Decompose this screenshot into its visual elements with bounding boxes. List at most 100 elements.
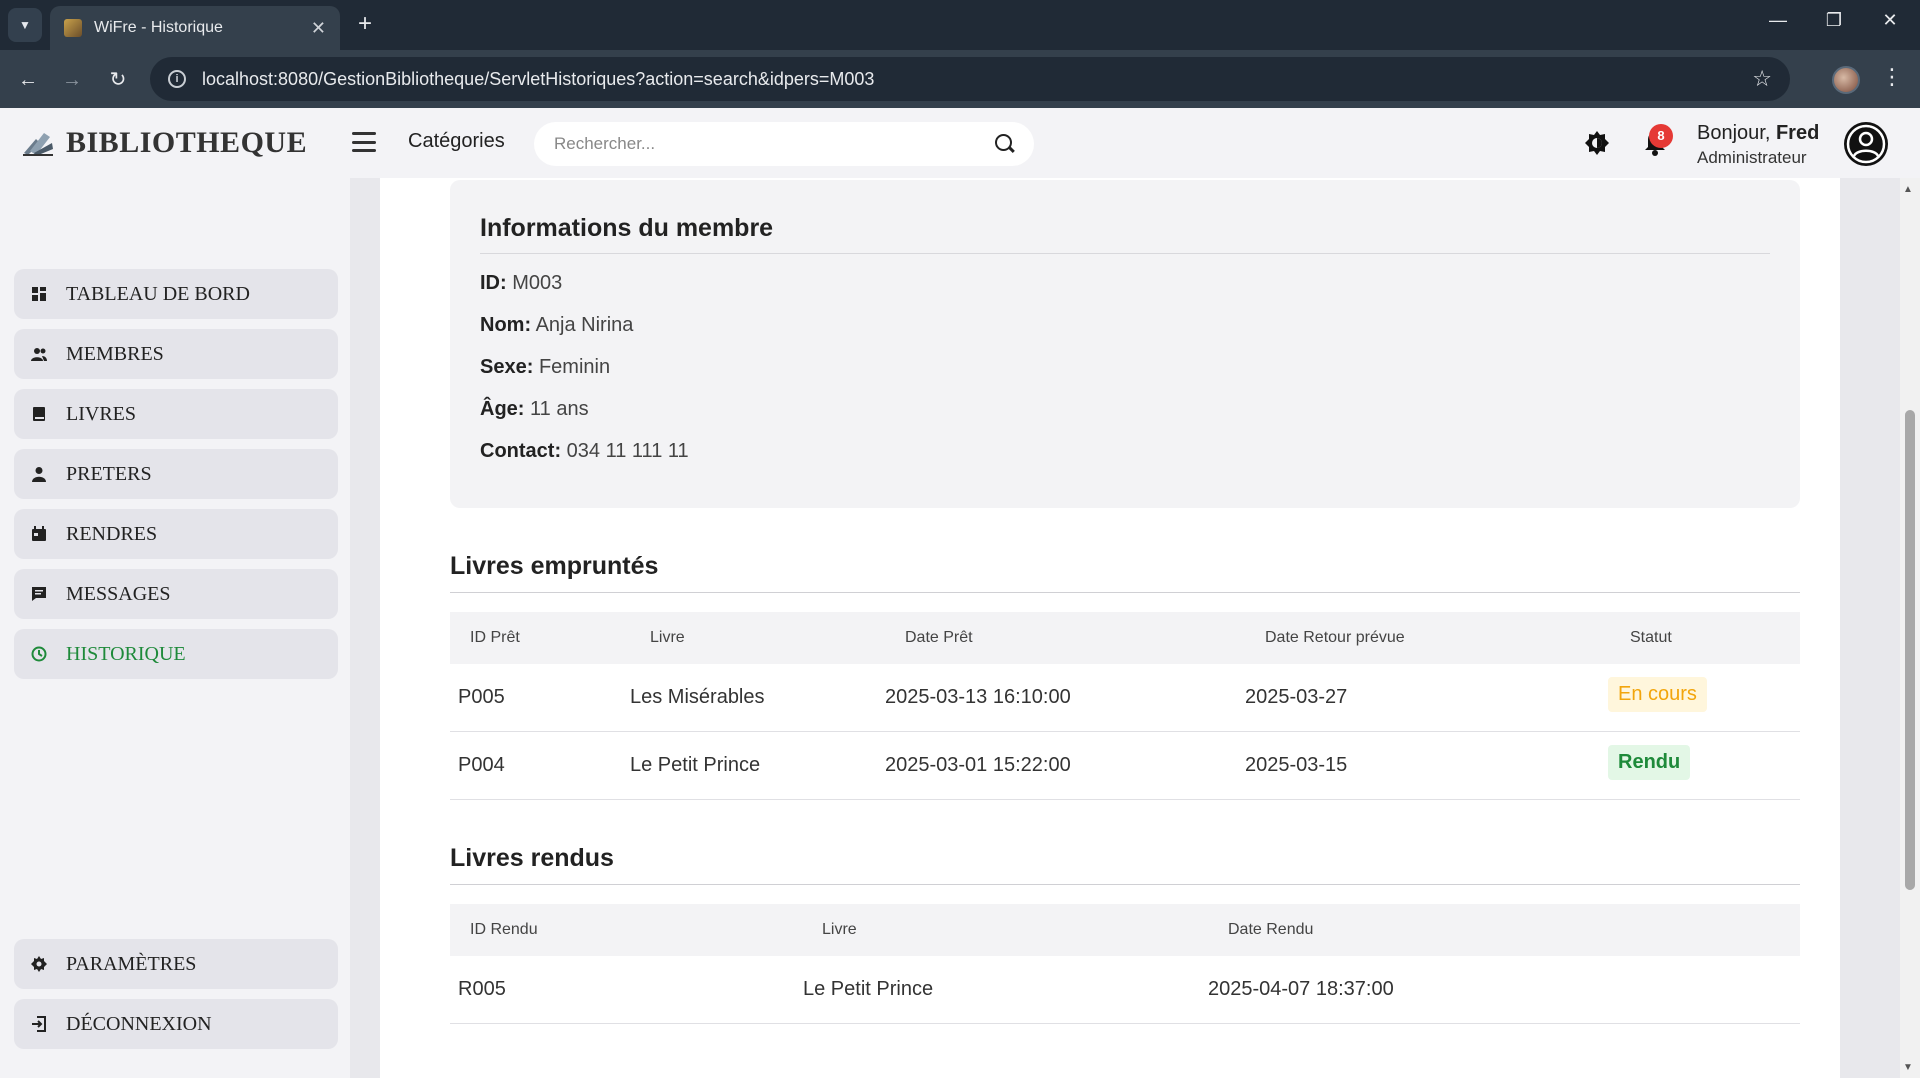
bookmark-star-icon[interactable]: ☆ bbox=[1752, 66, 1772, 92]
search-icon[interactable] bbox=[994, 133, 1016, 155]
address-bar[interactable]: i localhost:8080/GestionBibliotheque/Ser… bbox=[150, 57, 1790, 101]
table-row: R005 Le Petit Prince 2025-04-07 18:37:00 bbox=[450, 956, 1800, 1024]
borrowed-section-title: Livres empruntés bbox=[450, 552, 659, 580]
scroll-up-icon[interactable]: ▲ bbox=[1903, 184, 1913, 195]
browser-toolbar: ← → ↻ i localhost:8080/GestionBibliotheq… bbox=[0, 50, 1920, 108]
loan-id-cell: P005 bbox=[458, 686, 505, 708]
books-logo-icon bbox=[23, 133, 53, 156]
theme-toggle-icon[interactable] bbox=[1584, 130, 1610, 156]
gear-icon bbox=[30, 955, 48, 973]
close-tab-icon[interactable]: ✕ bbox=[311, 18, 326, 39]
member-contact-row: Contact: 034 11 111 11 bbox=[480, 440, 689, 463]
sidebar-item-messages[interactable]: MESSAGES bbox=[14, 569, 338, 619]
new-tab-button[interactable]: + bbox=[350, 12, 380, 38]
book-icon bbox=[30, 405, 48, 423]
sidebar-item-label: PRETERS bbox=[66, 462, 152, 485]
table-row: P004 Le Petit Prince 2025-03-01 15:22:00… bbox=[450, 732, 1800, 800]
returned-section-title: Livres rendus bbox=[450, 844, 614, 872]
tab-title: WiFre - Historique bbox=[94, 19, 223, 36]
scrollbar-thumb[interactable] bbox=[1905, 410, 1915, 890]
member-name-row: Nom: Anja Nirina bbox=[480, 314, 633, 337]
restore-icon[interactable]: ❐ bbox=[1814, 10, 1854, 31]
field-value: M003 bbox=[512, 272, 563, 294]
sidebar-item-label: MEMBRES bbox=[66, 342, 164, 365]
returned-table-header: ID Rendu Livre Date Rendu bbox=[450, 904, 1800, 956]
field-value: Feminin bbox=[538, 356, 611, 378]
app-title: BIBLIOTHEQUE bbox=[66, 126, 308, 159]
scroll-down-icon[interactable]: ▼ bbox=[1903, 1062, 1913, 1073]
status-badge: En cours bbox=[1608, 677, 1707, 712]
sidebar-item-rendres[interactable]: RENDRES bbox=[14, 509, 338, 559]
calendar-icon bbox=[30, 525, 48, 543]
greeting-prefix: Bonjour, bbox=[1697, 122, 1771, 144]
browser-tab[interactable]: WiFre - Historique ✕ bbox=[50, 6, 340, 50]
sidebar-item-label: MESSAGES bbox=[66, 582, 171, 605]
search-bar[interactable] bbox=[534, 122, 1034, 166]
member-id-row: ID: M003 bbox=[480, 272, 562, 295]
user-icon bbox=[30, 465, 48, 483]
app-logo[interactable]: BIBLIOTHEQUE bbox=[22, 126, 307, 160]
sidebar-item-dashboard[interactable]: TABLEAU DE BORD bbox=[14, 269, 338, 319]
reload-icon[interactable]: ↻ bbox=[104, 66, 132, 94]
menu-toggle-icon[interactable] bbox=[352, 132, 376, 152]
back-icon[interactable]: ← bbox=[14, 66, 42, 94]
sidebar-item-books[interactable]: LIVRES bbox=[14, 389, 338, 439]
column-header: ID Prêt bbox=[470, 629, 520, 646]
borrowed-table-header: ID Prêt Livre Date Prêt Date Retour prév… bbox=[450, 612, 1800, 664]
loan-date-cell: 2025-03-01 15:22:00 bbox=[885, 754, 1071, 776]
sidebar-item-preters[interactable]: PRETERS bbox=[14, 449, 338, 499]
forward-icon[interactable]: → bbox=[58, 66, 86, 94]
field-label: Nom: bbox=[480, 314, 532, 336]
user-name: Fred bbox=[1775, 122, 1820, 144]
sidebar-item-label: RENDRES bbox=[66, 522, 158, 545]
sidebar-item-logout[interactable]: DÉCONNEXION bbox=[14, 999, 338, 1049]
sidebar-item-history[interactable]: HISTORIQUE bbox=[14, 629, 338, 679]
book-cell: Les Misérables bbox=[630, 686, 765, 708]
notification-count-badge: 8 bbox=[1649, 124, 1673, 148]
sidebar-item-label: LIVRES bbox=[66, 402, 136, 425]
member-sex-row: Sexe: Feminin bbox=[480, 356, 610, 379]
browser-menu-icon[interactable]: ⋮ bbox=[1880, 64, 1904, 90]
field-label: Contact: bbox=[480, 440, 562, 462]
sidebar-item-label: DÉCONNEXION bbox=[66, 1012, 212, 1035]
tab-search-button[interactable]: ▼ bbox=[8, 8, 42, 42]
field-value: 11 ans bbox=[530, 398, 589, 420]
due-date-cell: 2025-03-27 bbox=[1245, 686, 1348, 708]
due-date-cell: 2025-03-15 bbox=[1245, 754, 1348, 776]
column-header: Livre bbox=[650, 629, 685, 646]
logout-icon bbox=[30, 1015, 48, 1033]
user-avatar[interactable] bbox=[1844, 122, 1888, 166]
loan-id-cell: P004 bbox=[458, 754, 505, 776]
field-label: Âge: bbox=[480, 398, 525, 420]
members-icon bbox=[30, 345, 48, 363]
close-window-icon[interactable]: ✕ bbox=[1870, 10, 1910, 31]
favicon-icon bbox=[64, 19, 82, 37]
user-role: Administrateur bbox=[1697, 148, 1807, 167]
site-info-icon[interactable]: i bbox=[168, 70, 186, 88]
field-label: ID: bbox=[480, 272, 507, 294]
return-date-cell: 2025-04-07 18:37:00 bbox=[1208, 978, 1394, 1000]
browser-profile-avatar[interactable] bbox=[1832, 66, 1860, 94]
minimize-icon[interactable]: — bbox=[1758, 10, 1798, 31]
column-header: Date Rendu bbox=[1228, 921, 1314, 938]
column-header: ID Rendu bbox=[470, 921, 538, 938]
user-greeting: Bonjour, Fred bbox=[1697, 122, 1819, 145]
browser-tabstrip: ▼ WiFre - Historique ✕ + — ❐ ✕ bbox=[0, 0, 1920, 50]
url-text[interactable]: localhost:8080/GestionBibliotheque/Servl… bbox=[202, 69, 1752, 90]
table-row: P005 Les Misérables 2025-03-13 16:10:00 … bbox=[450, 664, 1800, 732]
categories-link[interactable]: Catégories bbox=[408, 130, 505, 153]
book-cell: Le Petit Prince bbox=[630, 754, 761, 776]
column-header: Statut bbox=[1630, 629, 1672, 646]
sidebar-item-label: PARAMÈTRES bbox=[66, 952, 197, 975]
search-input[interactable] bbox=[554, 134, 994, 154]
return-id-cell: R005 bbox=[458, 978, 506, 1000]
loan-date-cell: 2025-03-13 16:10:00 bbox=[885, 686, 1071, 708]
sidebar-item-members[interactable]: MEMBRES bbox=[14, 329, 338, 379]
field-value: 034 11 111 11 bbox=[566, 440, 689, 462]
status-badge: Rendu bbox=[1608, 745, 1691, 780]
divider bbox=[450, 592, 1800, 593]
user-silhouette-icon bbox=[1846, 124, 1886, 164]
column-header: Date Prêt bbox=[905, 629, 973, 646]
sidebar-item-settings[interactable]: PARAMÈTRES bbox=[14, 939, 338, 989]
field-label: Sexe: bbox=[480, 356, 534, 378]
